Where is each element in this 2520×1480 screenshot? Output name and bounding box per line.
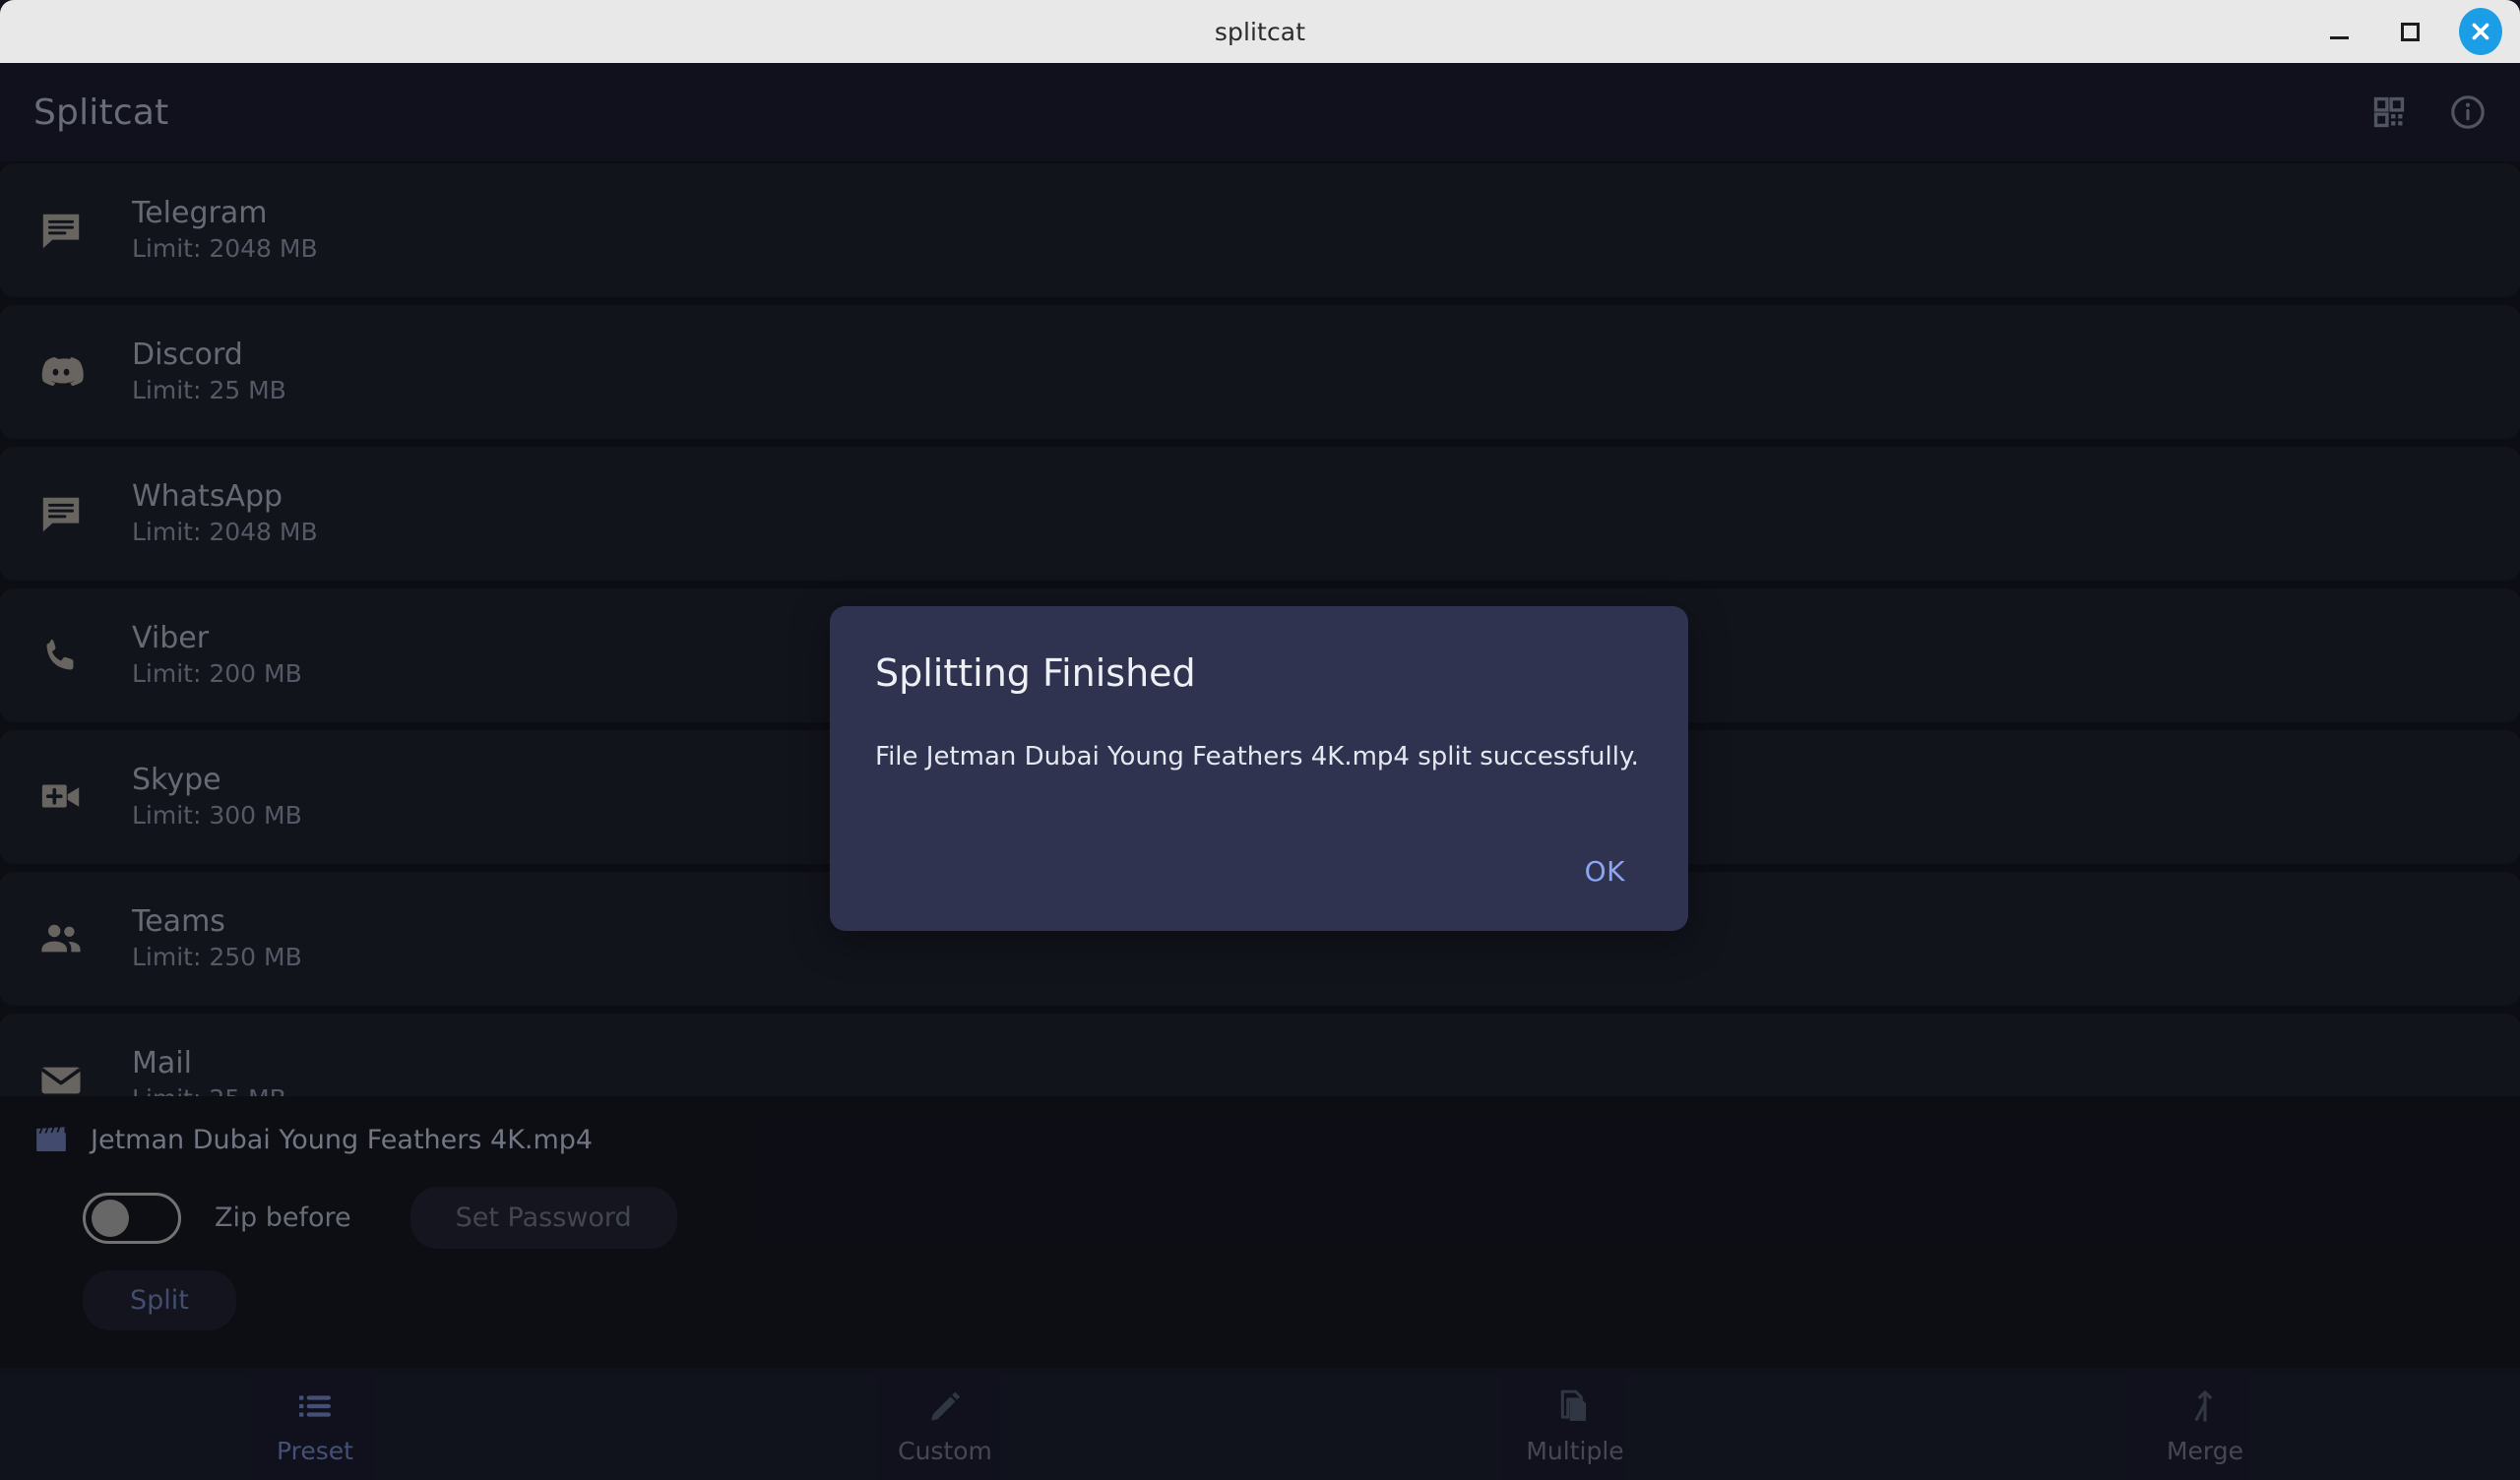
dialog-title: Splitting Finished [875,651,1196,695]
dialog-actions: OK [1567,845,1643,897]
minimize-icon [2329,35,2349,39]
close-button[interactable] [2459,8,2502,55]
close-icon [2459,8,2502,55]
window-controls [2317,0,2502,63]
minimize-button[interactable] [2317,10,2361,53]
splitting-finished-dialog: Splitting Finished File Jetman Dubai You… [830,606,1688,931]
app-window: splitcat Splitcat Telegram Limit: 2048 M… [0,0,2520,1480]
maximize-icon [2400,22,2420,41]
maximize-button[interactable] [2388,10,2431,53]
window-title: splitcat [1214,17,1306,46]
title-bar: splitcat [0,0,2520,63]
dialog-ok-button[interactable]: OK [1567,845,1643,897]
dialog-message: File Jetman Dubai Young Feathers 4K.mp4 … [875,742,1639,771]
